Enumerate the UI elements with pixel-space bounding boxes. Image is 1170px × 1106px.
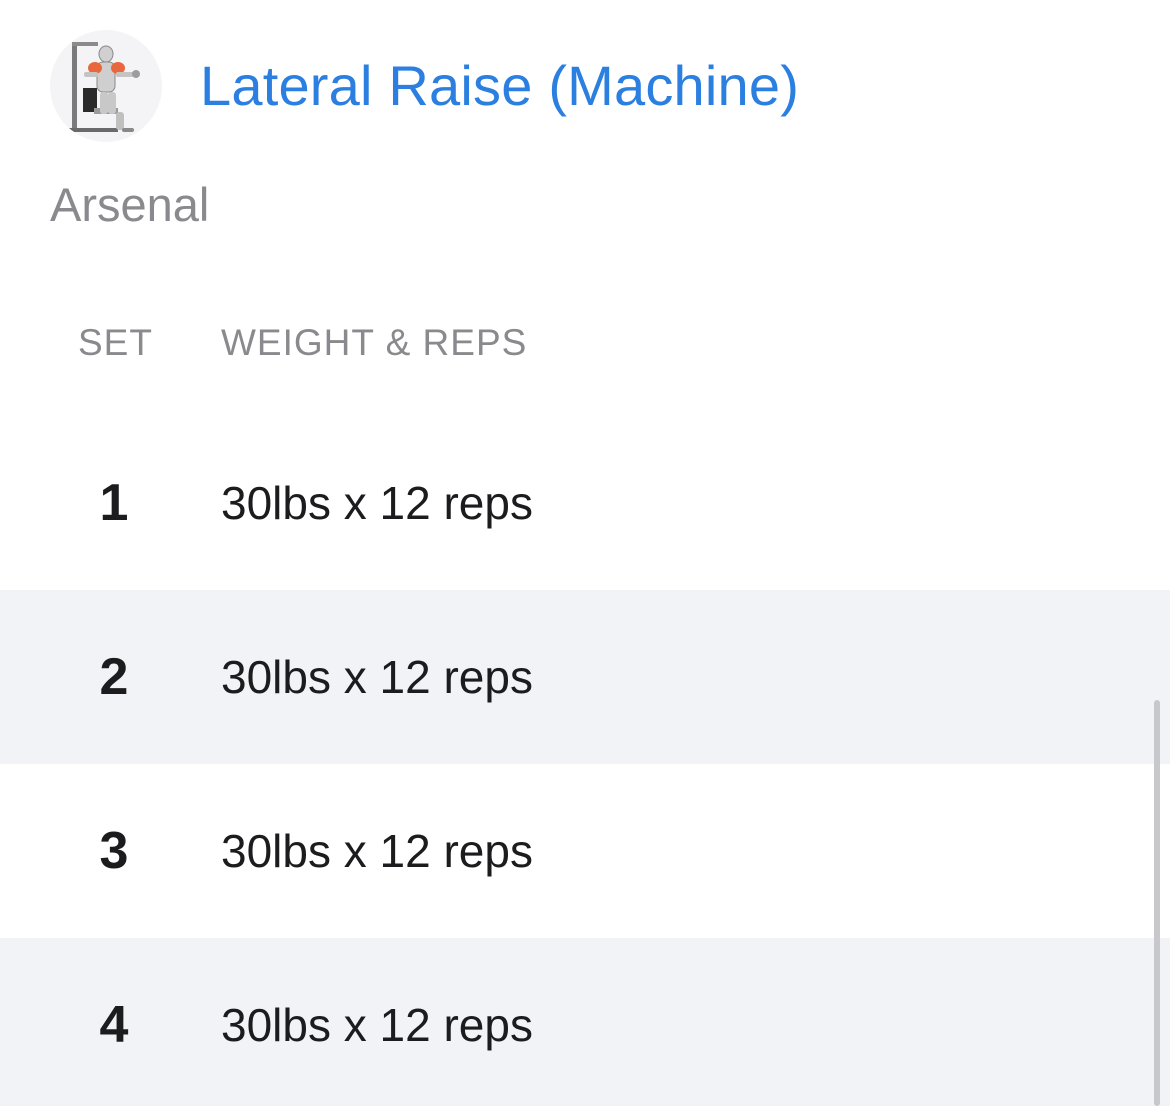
set-number: 3 xyxy=(99,822,129,880)
set-weight-reps: 30lbs x 12 reps xyxy=(221,651,533,703)
exercise-title[interactable]: Lateral Raise (Machine) xyxy=(200,50,799,122)
column-header-weight-reps: WEIGHT & REPS xyxy=(221,322,528,363)
set-number: 2 xyxy=(99,648,129,706)
set-weight-reps: 30lbs x 12 reps xyxy=(221,477,533,529)
exercise-thumbnail-icon[interactable] xyxy=(50,30,162,142)
set-row[interactable]: 4 30lbs x 12 reps xyxy=(0,938,1170,1106)
set-number: 4 xyxy=(99,996,129,1054)
exercise-detail-page: Lateral Raise (Machine) Arsenal SET WEIG… xyxy=(0,0,1170,1106)
scrollbar[interactable] xyxy=(1154,700,1160,1106)
set-row[interactable]: 1 30lbs x 12 reps xyxy=(0,416,1170,590)
gym-name: Arsenal xyxy=(50,178,210,231)
set-number: 1 xyxy=(99,474,129,532)
column-header-set: SET xyxy=(78,322,153,363)
set-weight-reps: 30lbs x 12 reps xyxy=(221,825,533,877)
set-weight-reps: 30lbs x 12 reps xyxy=(221,999,533,1051)
set-row[interactable]: 3 30lbs x 12 reps xyxy=(0,764,1170,938)
set-row[interactable]: 2 30lbs x 12 reps xyxy=(0,590,1170,764)
